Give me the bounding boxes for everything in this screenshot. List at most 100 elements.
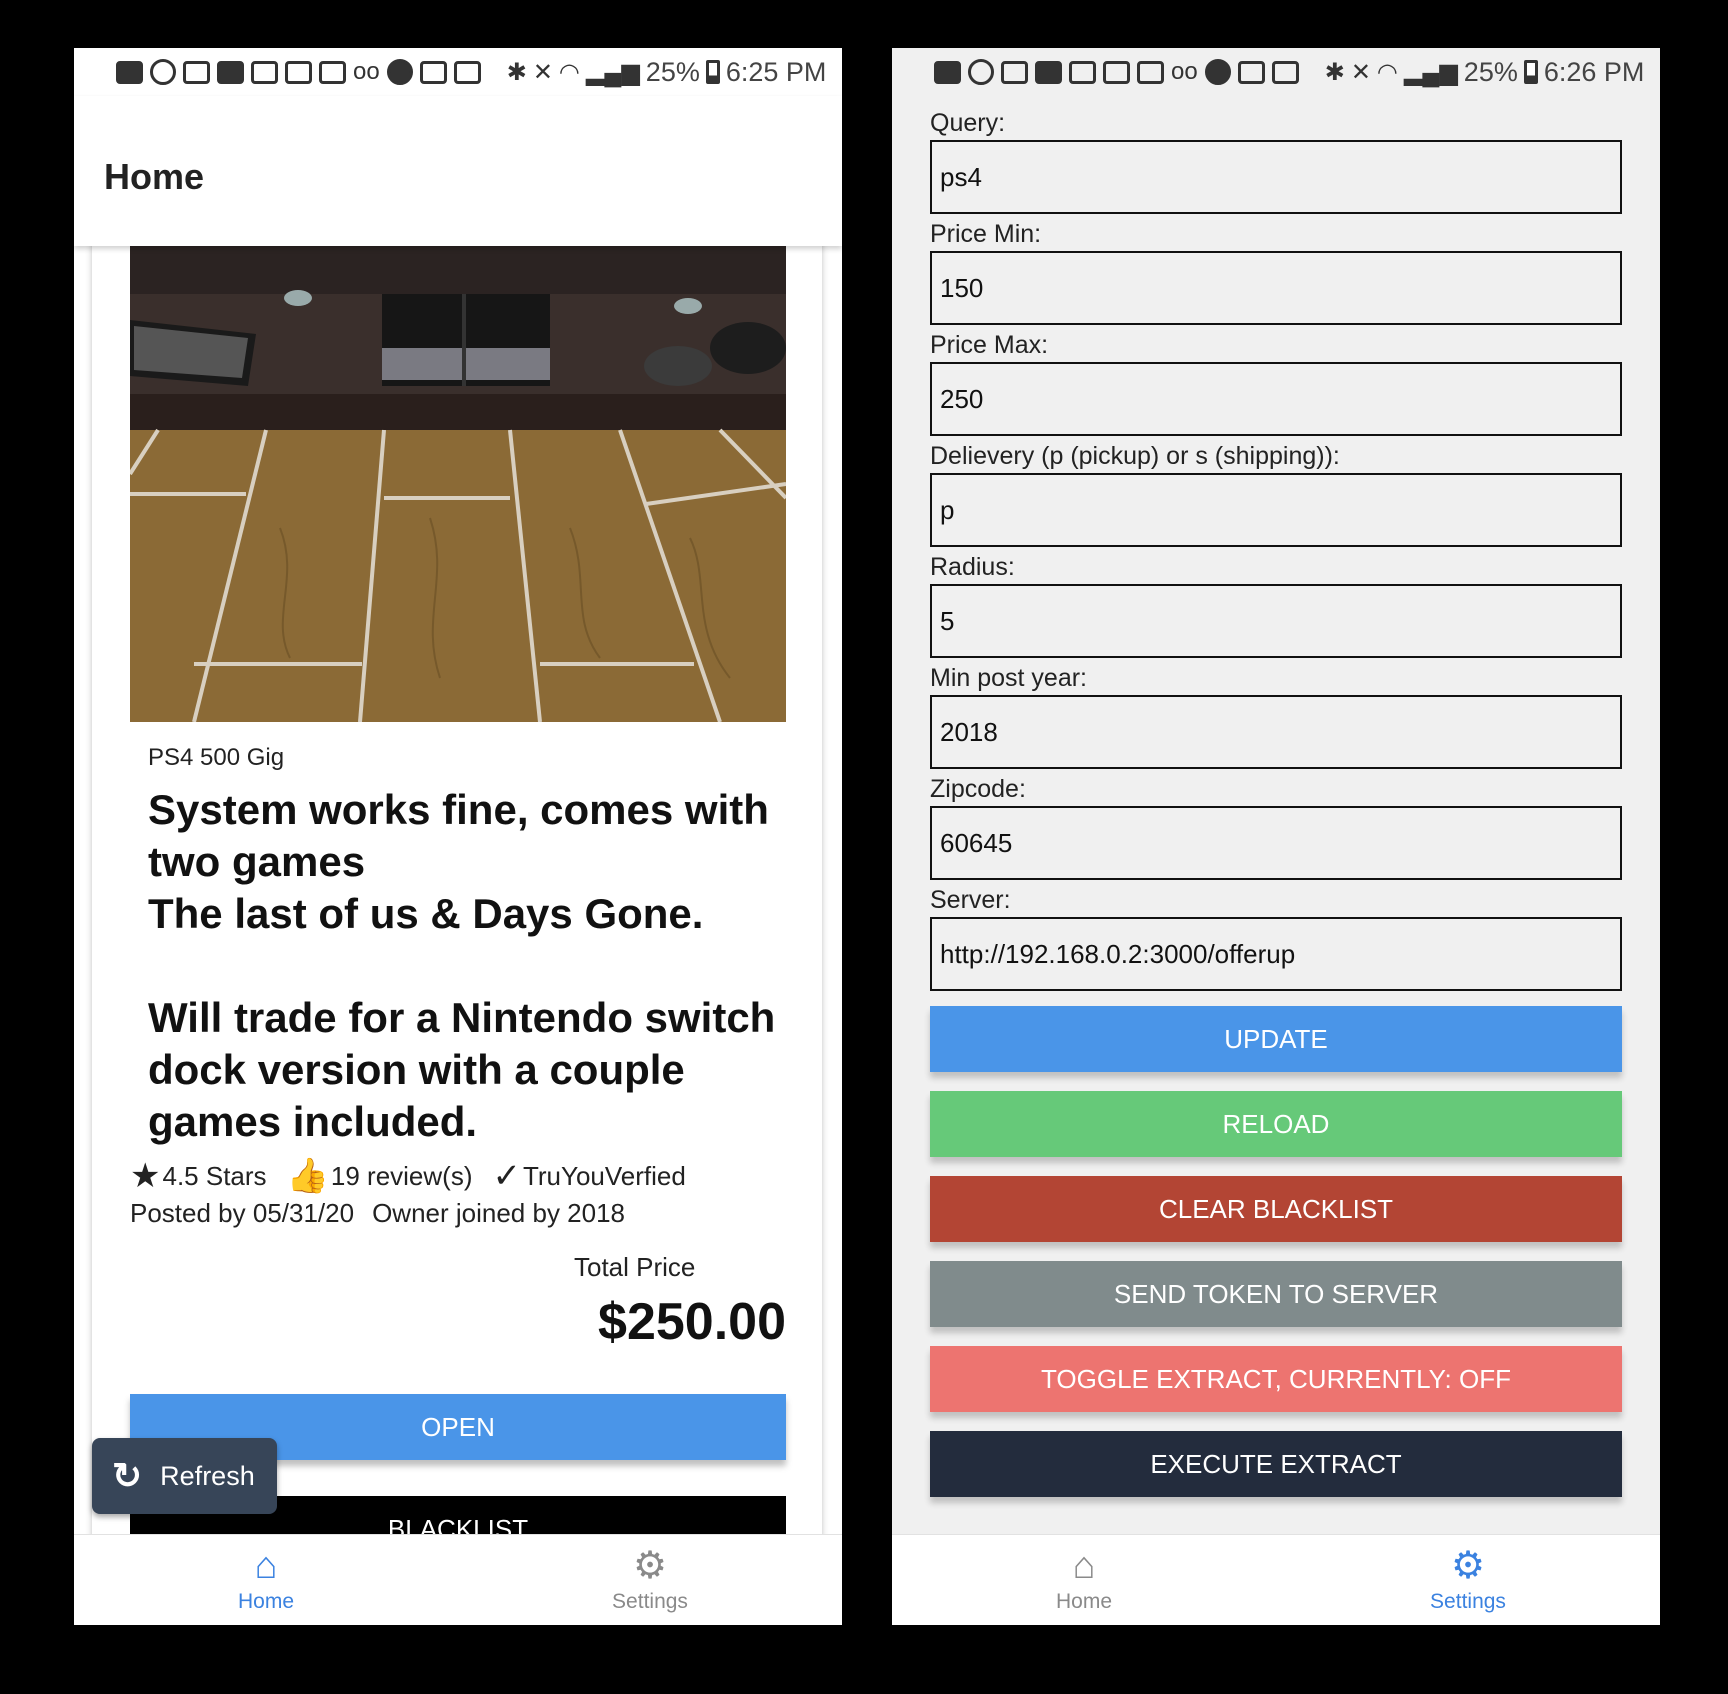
image-icon bbox=[453, 60, 481, 84]
nav-settings[interactable]: ⚙ Settings bbox=[458, 1535, 842, 1625]
image-icon bbox=[1237, 60, 1265, 84]
execute-extract-button[interactable]: EXECUTE EXTRACT bbox=[930, 1431, 1622, 1497]
signal-icon: ▂▄▆ bbox=[1403, 58, 1458, 86]
notification-icons: oo bbox=[934, 58, 1299, 86]
query-label: Query: bbox=[930, 109, 1006, 137]
notification-icons: oo bbox=[116, 58, 481, 86]
gmail-icon bbox=[285, 60, 312, 84]
zipcode-input[interactable] bbox=[930, 806, 1622, 880]
app-icon bbox=[1204, 59, 1231, 85]
price-min-label: Price Min: bbox=[930, 220, 1042, 248]
price-min-group: Price Min: bbox=[930, 217, 1622, 328]
clock: 6:25 PM bbox=[725, 56, 827, 87]
gear-icon: ⚙ bbox=[632, 1545, 668, 1587]
refresh-button[interactable]: ↻ Refresh bbox=[92, 1438, 277, 1514]
posted-date: Posted by 05/31/20 bbox=[130, 1198, 355, 1228]
gmail-icon bbox=[419, 60, 447, 84]
clock: 6:26 PM bbox=[1543, 56, 1645, 87]
bluetooth-icon: ✱ bbox=[1324, 58, 1345, 86]
home-icon: ⌂ bbox=[254, 1545, 278, 1587]
gmail-icon bbox=[251, 60, 278, 84]
radius-input[interactable] bbox=[930, 584, 1622, 658]
message-icon bbox=[934, 60, 961, 84]
zipcode-label: Zipcode: bbox=[930, 775, 1026, 803]
voicemail-icon: oo bbox=[353, 58, 380, 85]
gmail-icon bbox=[1103, 60, 1130, 84]
gmail-icon bbox=[1069, 60, 1096, 84]
radius-group: Radius: bbox=[930, 550, 1622, 661]
listing-title: PS4 500 Gig bbox=[148, 744, 285, 771]
page-title: Home bbox=[104, 156, 205, 197]
battery-icon bbox=[705, 60, 720, 84]
delivery-input[interactable] bbox=[930, 473, 1622, 547]
mute-icon: ✕ bbox=[1350, 58, 1371, 86]
status-bar: oo ✱ ✕ ◠ ▂▄▆ 25% 6:26 PM bbox=[892, 48, 1660, 96]
listing-stats: ★ 4.5 Stars 👍 19 review(s) ✓ TruYouVerfi… bbox=[130, 1156, 686, 1196]
update-button[interactable]: UPDATE bbox=[930, 1006, 1622, 1072]
nav-home[interactable]: ⌂ Home bbox=[74, 1535, 458, 1625]
bluetooth-icon: ✱ bbox=[506, 58, 527, 86]
verified-text: TruYouVerfied bbox=[522, 1160, 686, 1191]
server-input[interactable] bbox=[930, 917, 1622, 991]
listing-card: PS4 500 Gig System works fine, comes wit… bbox=[92, 198, 822, 1578]
battery-percent: 25% bbox=[645, 56, 700, 87]
radius-label: Radius: bbox=[930, 553, 1015, 581]
listing-photo-image bbox=[130, 198, 786, 722]
battery-icon bbox=[1523, 60, 1538, 84]
check-icon: ✓ bbox=[492, 1157, 521, 1195]
status-bar: oo ✱ ✕ ◠ ▂▄▆ 25% 6:25 PM bbox=[74, 48, 842, 96]
listing-dates: Posted by 05/31/20 Owner joined by 2018 bbox=[130, 1198, 625, 1229]
nav-home[interactable]: ⌂ Home bbox=[892, 1535, 1276, 1625]
settings-screen: oo ✱ ✕ ◠ ▂▄▆ 25% 6:26 PM Query: Price Mi… bbox=[892, 48, 1660, 1625]
min-post-year-label: Min post year: bbox=[930, 664, 1088, 692]
send-token-button[interactable]: SEND TOKEN TO SERVER bbox=[930, 1261, 1622, 1327]
nav-settings-label: Settings bbox=[612, 1590, 688, 1613]
system-status: ✱ ✕ ◠ ▂▄▆ 25% 6:26 PM bbox=[1325, 57, 1645, 88]
price-value: $250.00 bbox=[598, 1293, 786, 1351]
price-max-input[interactable] bbox=[930, 362, 1622, 436]
voicemail-icon: oo bbox=[1171, 58, 1198, 85]
battery-percent: 25% bbox=[1463, 56, 1518, 87]
owner-joined: Owner joined by 2018 bbox=[372, 1198, 626, 1228]
reload-button[interactable]: RELOAD bbox=[930, 1091, 1622, 1157]
price-max-group: Price Max: bbox=[930, 328, 1622, 439]
clear-blacklist-button[interactable]: CLEAR BLACKLIST bbox=[930, 1176, 1622, 1242]
star-icon: ★ bbox=[130, 1157, 161, 1195]
wifi-icon: ◠ bbox=[558, 58, 580, 86]
linkedin-icon bbox=[1001, 60, 1028, 84]
wifi-icon: ◠ bbox=[1376, 58, 1398, 86]
price-max-label: Price Max: bbox=[930, 331, 1049, 359]
query-group: Query: bbox=[930, 106, 1622, 217]
chat-icon bbox=[1035, 60, 1062, 84]
whatsapp-icon bbox=[150, 59, 176, 85]
message-icon bbox=[116, 60, 143, 84]
mute-icon: ✕ bbox=[532, 58, 553, 86]
rating-text: 4.5 Stars bbox=[162, 1160, 267, 1191]
linkedin-icon bbox=[319, 60, 346, 84]
toggle-extract-button[interactable]: TOGGLE EXTRACT, CURRENTLY: OFF bbox=[930, 1346, 1622, 1412]
listing-description: System works fine, comes with two games … bbox=[148, 786, 776, 1145]
app-bar: Home bbox=[74, 96, 842, 246]
nav-settings[interactable]: ⚙ Settings bbox=[1276, 1535, 1660, 1625]
price-label: Total Price bbox=[574, 1252, 696, 1282]
query-input[interactable] bbox=[930, 140, 1622, 214]
chat-icon bbox=[217, 60, 244, 84]
action-buttons: UPDATE RELOAD CLEAR BLACKLIST SEND TOKEN… bbox=[930, 1006, 1622, 1516]
refresh-label: Refresh bbox=[160, 1460, 255, 1491]
thumbs-up-icon: 👍 bbox=[286, 1157, 329, 1195]
signal-icon: ▂▄▆ bbox=[585, 58, 640, 86]
nav-home-label: Home bbox=[1055, 1590, 1113, 1613]
server-group: Server: bbox=[930, 883, 1622, 994]
linkedin-icon bbox=[183, 60, 210, 84]
min-post-year-group: Min post year: bbox=[930, 661, 1622, 772]
app-icon bbox=[386, 59, 413, 85]
price-min-input[interactable] bbox=[930, 251, 1622, 325]
delivery-group: Delievery (p (pickup) or s (shipping)): bbox=[930, 439, 1622, 550]
home-screen: oo ✱ ✕ ◠ ▂▄▆ 25% 6:25 PM Home PS4 500 Gi… bbox=[74, 48, 842, 1625]
zipcode-group: Zipcode: bbox=[930, 772, 1622, 883]
settings-form: Query: Price Min: Price Max: Delievery (… bbox=[930, 106, 1622, 994]
min-post-year-input[interactable] bbox=[930, 695, 1622, 769]
refresh-icon: ↻ bbox=[112, 1455, 143, 1496]
gear-icon: ⚙ bbox=[1450, 1545, 1486, 1587]
bottom-nav: ⌂ Home ⚙ Settings bbox=[74, 1534, 842, 1625]
